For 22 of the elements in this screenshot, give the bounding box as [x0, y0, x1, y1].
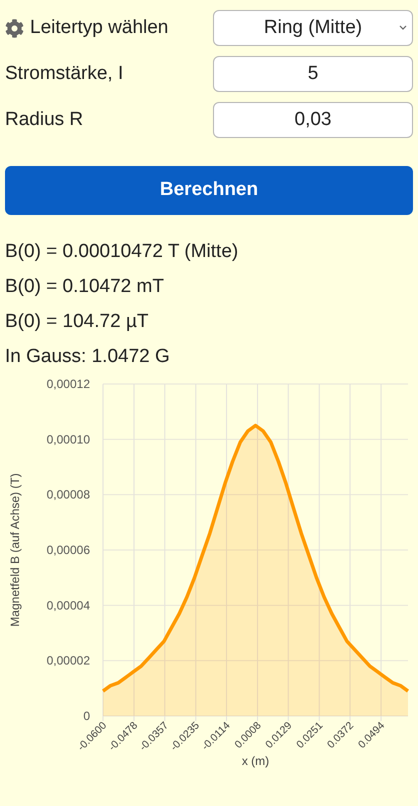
y-tick-label: 0,00008: [46, 488, 90, 502]
y-tick-label: 0,00010: [46, 432, 90, 446]
input-field[interactable]: 0,03: [213, 102, 413, 138]
type-select[interactable]: Ring (Mitte): [213, 10, 413, 46]
calculate-button[interactable]: Berechnen: [5, 166, 413, 215]
gear-icon: [5, 18, 24, 38]
field-label: Stromstärke, I: [5, 62, 124, 86]
y-tick-label: 0,00012: [46, 377, 90, 391]
result-text: B(0) = 0.10472 mT: [5, 275, 165, 299]
y-tick-label: 0: [83, 709, 90, 723]
result-text: B(0) = 0.00010472 T (Mitte): [5, 240, 240, 264]
result-text: B(0) = 104.72 µT: [5, 310, 150, 334]
y-tick-label: 0,00006: [46, 543, 90, 557]
y-axis-title: Magnetfeld B (auf Achse) (T): [8, 473, 22, 627]
x-axis-title: x (m): [242, 754, 270, 768]
field-label: Radius R: [5, 108, 84, 132]
field-label: Leitertyp wählen: [30, 16, 168, 40]
y-tick-label: 0,00004: [46, 598, 90, 612]
chevron-icon: [399, 25, 407, 31]
y-tick-label: 0,00002: [46, 654, 90, 668]
input-field[interactable]: 5: [213, 56, 413, 92]
result-text: In Gauss: 1.0472 G: [5, 345, 171, 369]
